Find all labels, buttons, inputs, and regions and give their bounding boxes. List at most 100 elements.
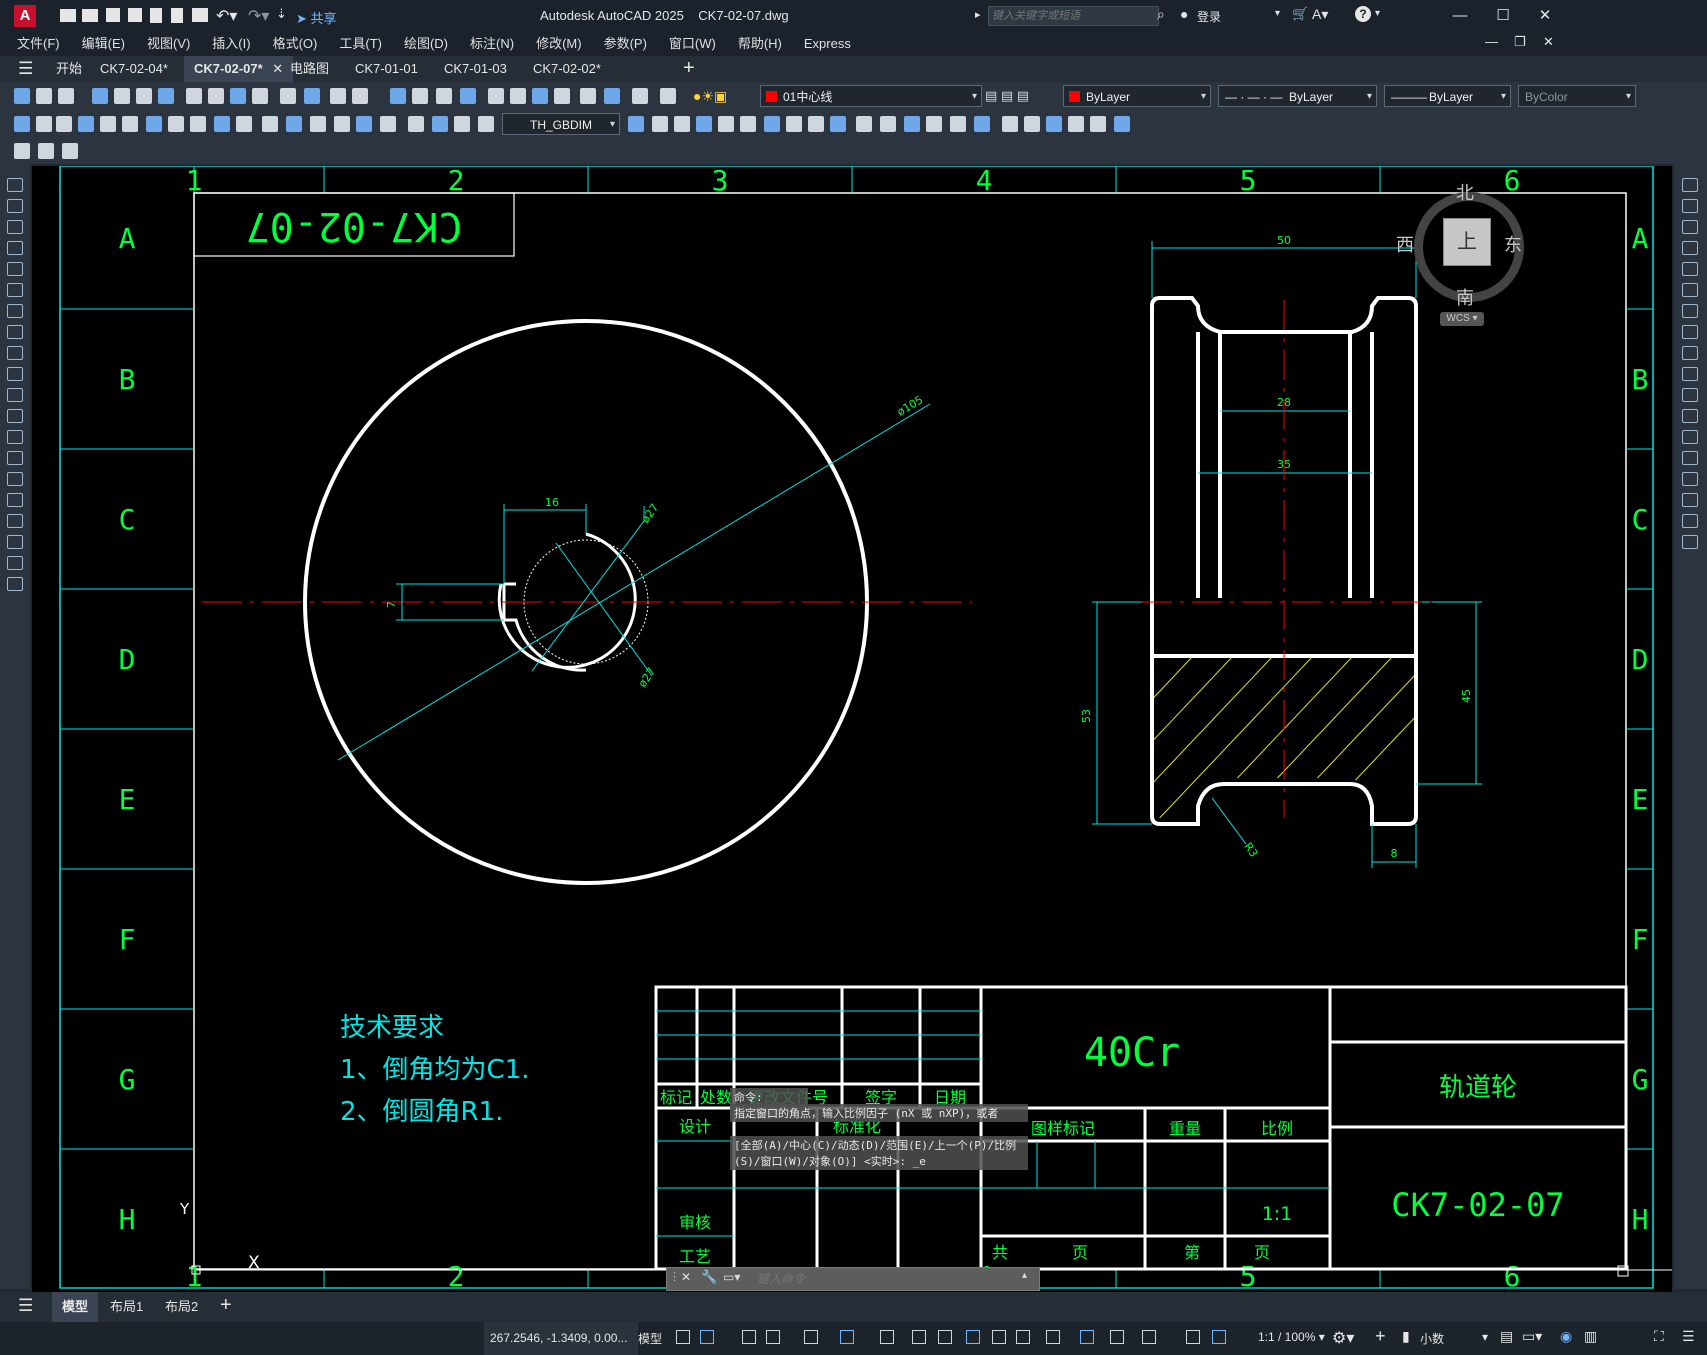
menu-item-1[interactable]: 编辑(E): [71, 32, 136, 56]
menu-item-10[interactable]: 窗口(W): [658, 32, 727, 56]
dimension-tool-38-icon[interactable]: [1024, 116, 1040, 132]
rotate-icon[interactable]: [1682, 304, 1698, 318]
menu-item-7[interactable]: 标注(N): [459, 32, 525, 56]
add-selected-icon[interactable]: [7, 577, 23, 591]
menu-item-0[interactable]: 文件(F): [6, 32, 71, 56]
dimension-tool-12-icon[interactable]: [286, 116, 302, 132]
hatch-icon[interactable]: [7, 472, 23, 486]
dimension-tool-18-icon[interactable]: [432, 116, 448, 132]
standard-tool-20-icon[interactable]: [510, 88, 526, 104]
minimize-button[interactable]: —: [1440, 4, 1480, 28]
login-button[interactable]: 登录: [1197, 8, 1221, 25]
customize-status-icon[interactable]: ☰: [1682, 1328, 1695, 1345]
make-block-icon[interactable]: [7, 430, 23, 444]
command-grip-icon[interactable]: ⋮: [669, 1270, 680, 1283]
standard-tool-12-icon[interactable]: [304, 88, 320, 104]
standard-tool-23-icon[interactable]: [580, 88, 596, 104]
dimension-tool-2-icon[interactable]: [56, 116, 72, 132]
doc-close-button[interactable]: ✕: [1543, 34, 1554, 50]
3d-osnap-toggle-icon[interactable]: [1046, 1330, 1060, 1344]
selection-filter-toggle-icon[interactable]: [1110, 1330, 1124, 1344]
viewcube-south[interactable]: 南: [1456, 284, 1474, 310]
dimension-tool-7-icon[interactable]: [168, 116, 184, 132]
lineweight-dropdown[interactable]: ——— ByLayer ▾: [1384, 85, 1511, 107]
revcloud-icon[interactable]: [7, 325, 23, 339]
dimension-tool-30-icon[interactable]: [830, 116, 846, 132]
dimension-tool-27-icon[interactable]: [764, 116, 780, 132]
viewcube-west[interactable]: 西: [1396, 231, 1414, 257]
dimension-tool-31-icon[interactable]: [856, 116, 872, 132]
dimension-tool-40-icon[interactable]: [1068, 116, 1084, 132]
standard-tool-7-icon[interactable]: [186, 88, 202, 104]
chevron-down-icon[interactable]: ▾: [1275, 8, 1280, 19]
standard-tool-26-icon[interactable]: [660, 88, 676, 104]
dimension-tool-22-icon[interactable]: [652, 116, 668, 132]
fillet-icon[interactable]: [1682, 493, 1698, 507]
dimension-tool-37-icon[interactable]: [1002, 116, 1018, 132]
annotation-scale[interactable]: 1:1 / 100% ▾: [1258, 1330, 1325, 1344]
layer-dropdown[interactable]: 01中心线 ▾: [760, 85, 982, 107]
dimension-tool-0-icon[interactable]: [14, 116, 30, 132]
standard-tool-16-icon[interactable]: [412, 88, 428, 104]
standard-tool-25-icon[interactable]: [632, 88, 648, 104]
coordinates-display[interactable]: 267.2546, -1.3409, 0.00...: [484, 1322, 638, 1355]
viewcube-east[interactable]: 东: [1504, 231, 1522, 257]
mirror-icon[interactable]: [1682, 220, 1698, 234]
dimension-tool-13-icon[interactable]: [310, 116, 326, 132]
dimension-tool-41-icon[interactable]: [1090, 116, 1106, 132]
standard-tool-4-icon[interactable]: [114, 88, 130, 104]
cart-icon[interactable]: 🛒: [1292, 6, 1308, 22]
standard-tool-14-icon[interactable]: [352, 88, 368, 104]
edit-attribute-icon[interactable]: [14, 143, 30, 159]
standard-tool-24-icon[interactable]: [604, 88, 620, 104]
dimension-tool-32-icon[interactable]: [880, 116, 896, 132]
layout-menu-icon[interactable]: ☰: [18, 1296, 33, 1316]
dimension-tool-36-icon[interactable]: [974, 116, 990, 132]
scale-icon[interactable]: [1682, 325, 1698, 339]
isolate-objects-icon[interactable]: ◉: [1560, 1328, 1572, 1345]
standard-tool-15-icon[interactable]: [390, 88, 406, 104]
tab-layout2[interactable]: 布局2: [155, 1292, 208, 1322]
save-as-icon[interactable]: [128, 8, 142, 22]
standard-tool-5-icon[interactable]: [136, 88, 152, 104]
dimension-tool-19-icon[interactable]: [454, 116, 470, 132]
hardware-accel-icon[interactable]: ▥: [1584, 1328, 1597, 1345]
gear-icon[interactable]: ⚙▾: [1332, 1328, 1354, 1348]
move-icon[interactable]: [1682, 283, 1698, 297]
command-prompt-icon[interactable]: ▭▾: [723, 1270, 740, 1284]
redo-icon[interactable]: ↷▾: [248, 6, 269, 26]
model-space-button[interactable]: 模型: [638, 1330, 662, 1347]
ortho-toggle-icon[interactable]: [804, 1330, 818, 1344]
save-icon[interactable]: [106, 8, 120, 22]
line-icon[interactable]: [7, 178, 23, 192]
menu-item-4[interactable]: 格式(O): [262, 32, 329, 56]
tab-start[interactable]: 开始: [46, 56, 92, 82]
chevron-right-icon[interactable]: ▸: [975, 8, 981, 21]
point-icon[interactable]: [7, 451, 23, 465]
layer-state-icon[interactable]: ●☀▣: [693, 88, 727, 105]
break-icon[interactable]: [1682, 430, 1698, 444]
hamburger-menu-icon[interactable]: ☰: [18, 59, 33, 79]
ellipse-icon[interactable]: [7, 367, 23, 381]
menu-item-8[interactable]: 修改(M): [525, 32, 593, 56]
tab-circuit[interactable]: 电路图: [280, 56, 339, 82]
tab-ck7-01-03[interactable]: CK7-01-03: [434, 56, 517, 82]
dimension-tool-3-icon[interactable]: [78, 116, 94, 132]
command-history-toggle-icon[interactable]: ▴: [1022, 1270, 1027, 1281]
search-icon[interactable]: ⌕: [1157, 6, 1165, 23]
insert-block-icon[interactable]: [7, 409, 23, 423]
dimension-tool-5-icon[interactable]: [122, 116, 138, 132]
wrench-icon[interactable]: 🔧: [701, 1269, 717, 1285]
transparency-toggle-icon[interactable]: [992, 1330, 1006, 1344]
infer-constraints-toggle-icon[interactable]: [742, 1330, 756, 1344]
dimension-tool-35-icon[interactable]: [950, 116, 966, 132]
new-tab-icon[interactable]: +: [683, 57, 695, 80]
table-icon[interactable]: [7, 535, 23, 549]
new-icon[interactable]: [150, 8, 162, 23]
menu-item-2[interactable]: 视图(V): [136, 32, 201, 56]
command-close-icon[interactable]: ✕: [681, 1270, 691, 1284]
close-button[interactable]: ✕: [1525, 4, 1565, 28]
menu-item-9[interactable]: 参数(P): [593, 32, 658, 56]
annotation-visibility-toggle-icon[interactable]: [1186, 1330, 1200, 1344]
standard-tool-0-icon[interactable]: [14, 88, 30, 104]
